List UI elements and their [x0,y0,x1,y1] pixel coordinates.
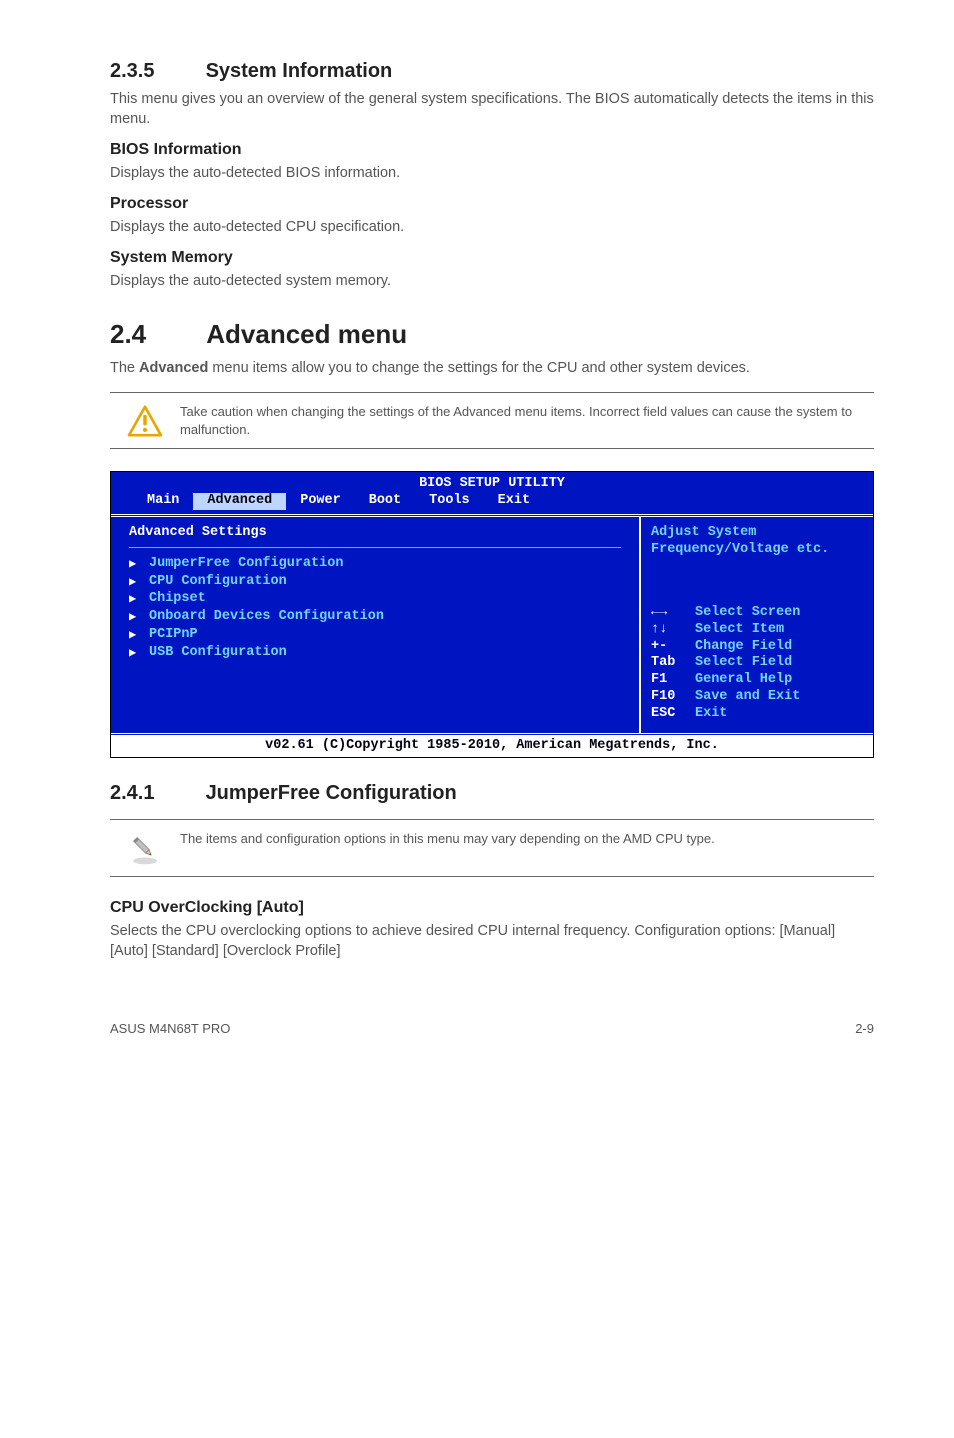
bios-key-legend: ←→Select Screen ↑↓Select Item +-Change F… [651,605,863,723]
key-symbol: ESC [651,706,695,723]
key-label: Select Screen [695,605,800,622]
cpu-overclocking-heading: CPU OverClocking [Auto] [110,899,874,917]
processor-text: Displays the auto-detected CPU specifica… [110,217,874,237]
cpu-overclocking-text: Selects the CPU overclocking options to … [110,921,874,961]
bios-tab-exit[interactable]: Exit [484,493,544,510]
caution-text: Take caution when changing the settings … [180,403,874,438]
bios-right-panel: Adjust System Frequency/Voltage etc. ←→S… [641,517,873,733]
bios-tab-power[interactable]: Power [286,493,355,510]
intro-2-3-5: This menu gives you an overview of the g… [110,89,874,129]
triangle-right-icon: ▶ [129,646,139,661]
triangle-right-icon: ▶ [129,610,139,625]
triangle-right-icon: ▶ [129,557,139,572]
bios-tab-advanced[interactable]: Advanced [193,493,286,510]
bios-title: BIOS SETUP UTILITY [111,472,873,493]
bios-tab-main[interactable]: Main [133,493,193,510]
bios-item-label: USB Configuration [149,645,287,662]
key-symbol: ←→ [651,605,695,622]
bios-item-chipset[interactable]: ▶ Chipset [129,591,621,608]
bios-item-jumperfree[interactable]: ▶ JumperFree Configuration [129,556,621,573]
bios-item-cpu[interactable]: ▶ CPU Configuration [129,574,621,591]
bios-panel-title: Advanced Settings [129,525,621,542]
triangle-right-icon: ▶ [129,592,139,607]
warning-triangle-icon [127,405,163,437]
intro-2-4: The Advanced menu items allow you to cha… [110,358,874,378]
system-memory-text: Displays the auto-detected system memory… [110,271,874,291]
bios-help-line: Adjust System [651,525,863,542]
key-label: Save and Exit [695,689,800,706]
heading-text: JumperFree Configuration [206,782,457,804]
footer-left: ASUS M4N68T PRO [110,1021,230,1036]
text-fragment: The [110,360,139,376]
bios-item-label: Chipset [149,591,206,608]
page-footer: ASUS M4N68T PRO 2-9 [110,1021,874,1036]
triangle-right-icon: ▶ [129,575,139,590]
bios-item-label: PCIPnP [149,627,198,644]
icon-column [110,830,180,866]
bios-item-usb[interactable]: ▶ USB Configuration [129,645,621,662]
info-note: The items and configuration options in t… [110,819,874,877]
key-label: Change Field [695,639,792,656]
heading-text: System Information [206,60,393,82]
key-label: Select Field [695,655,792,672]
heading-2-3-5: 2.3.5 System Information [110,60,874,83]
key-symbol: ↑↓ [651,622,695,639]
bios-info-heading: BIOS Information [110,141,874,159]
text-fragment: menu items allow you to change the setti… [208,360,750,376]
icon-column [110,403,180,437]
heading-2-4: 2.4 Advanced menu [110,319,874,350]
bios-copyright: v02.61 (C)Copyright 1985-2010, American … [111,736,873,757]
bold-advanced: Advanced [139,360,208,376]
bios-tab-bar: Main Advanced Power Boot Tools Exit [111,493,873,514]
bios-help-text: Adjust System Frequency/Voltage etc. [651,525,863,559]
caution-note: Take caution when changing the settings … [110,392,874,449]
bios-help-line: Frequency/Voltage etc. [651,542,863,559]
heading-text: Advanced menu [206,319,407,349]
bios-screenshot: BIOS SETUP UTILITY Main Advanced Power B… [110,471,874,758]
bios-item-label: CPU Configuration [149,574,287,591]
key-symbol: F1 [651,672,695,689]
key-symbol: Tab [651,655,695,672]
heading-number: 2.4 [110,319,200,350]
key-symbol: F10 [651,689,695,706]
heading-number: 2.4.1 [110,782,200,805]
heading-2-4-1: 2.4.1 JumperFree Configuration [110,782,874,805]
heading-number: 2.3.5 [110,60,200,83]
bios-tab-boot[interactable]: Boot [355,493,415,510]
info-text: The items and configuration options in t… [180,830,874,848]
bios-item-pcipnp[interactable]: ▶ PCIPnP [129,627,621,644]
footer-right: 2-9 [855,1021,874,1036]
triangle-right-icon: ▶ [129,628,139,643]
system-memory-heading: System Memory [110,249,874,267]
bios-left-panel: Advanced Settings ▶ JumperFree Configurat… [111,517,641,733]
key-label: Select Item [695,622,784,639]
key-label: General Help [695,672,792,689]
pencil-icon [128,832,162,866]
bios-item-label: JumperFree Configuration [149,556,343,573]
key-symbol: +- [651,639,695,656]
bios-info-text: Displays the auto-detected BIOS informat… [110,163,874,183]
key-label: Exit [695,706,727,723]
bios-item-onboard[interactable]: ▶ Onboard Devices Configuration [129,609,621,626]
divider [129,547,621,548]
bios-item-label: Onboard Devices Configuration [149,609,384,626]
bios-tab-tools[interactable]: Tools [415,493,484,510]
processor-heading: Processor [110,195,874,213]
